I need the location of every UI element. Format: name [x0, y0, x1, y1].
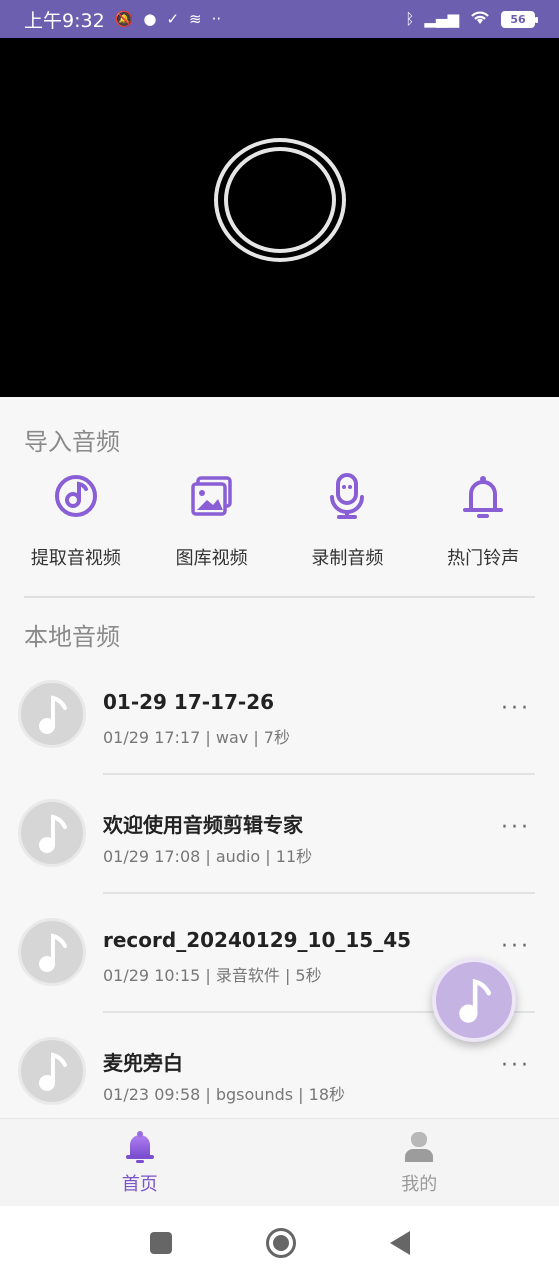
- section-divider: [24, 596, 535, 598]
- user-icon: [405, 1131, 434, 1162]
- audio-title: record_20240129_10_15_45: [103, 928, 412, 952]
- import-item-label: 热门铃声: [447, 548, 520, 569]
- import-item-label: 图库视频: [175, 548, 248, 569]
- check-icon: ✓: [166, 10, 180, 28]
- local-section-title: 本地音频: [24, 623, 120, 651]
- import-gallery-video[interactable]: 图库视频: [148, 472, 276, 572]
- bell-icon: [463, 476, 504, 518]
- chat-icon: ●: [143, 10, 157, 28]
- music-note-avatar: [18, 1037, 86, 1105]
- system-nav-bar: [0, 1206, 559, 1280]
- status-time: 上午9:32: [24, 9, 105, 32]
- layers-icon: ≋: [189, 10, 202, 28]
- import-item-label: 提取音视频: [30, 548, 121, 569]
- more-dots-icon: ··: [211, 10, 222, 28]
- audio-meta: 01/29 17:08 | audio | 11秒: [103, 847, 313, 866]
- nav-home-label: 首页: [121, 1173, 158, 1195]
- recent-apps-button[interactable]: [149, 1232, 172, 1254]
- signal-icon: ▂▄▆: [424, 10, 459, 28]
- music-note-icon: [459, 978, 492, 1023]
- video-player[interactable]: [0, 38, 559, 397]
- audio-meta: 01/29 17:17 | wav | 7秒: [103, 728, 290, 747]
- list-item[interactable]: 01-29 17-17-26 01/29 17:17 | wav | 7秒 ··…: [0, 656, 559, 775]
- home-dot-icon: [272, 1235, 289, 1251]
- bluetooth-icon: ᛒ: [405, 10, 415, 28]
- bell-icon: [125, 1130, 154, 1163]
- more-options-button[interactable]: ···: [501, 815, 531, 840]
- back-button[interactable]: [389, 1231, 410, 1255]
- music-note-avatar: [18, 680, 86, 748]
- more-options-button[interactable]: ···: [501, 696, 531, 721]
- music-fab-button[interactable]: [432, 958, 516, 1042]
- wifi-icon: [469, 9, 491, 29]
- music-note-avatar: [18, 799, 86, 867]
- nav-home[interactable]: 首页: [0, 1119, 280, 1206]
- audio-meta: 01/29 10:15 | 录音软件 | 5秒: [103, 966, 322, 985]
- audio-meta: 01/23 09:58 | bgsounds | 18秒: [103, 1085, 346, 1104]
- music-note-avatar: [18, 918, 86, 986]
- import-item-label: 录制音频: [311, 548, 384, 569]
- battery-icon: 56: [501, 10, 538, 28]
- more-options-button[interactable]: ···: [501, 934, 531, 959]
- nav-mine-label: 我的: [401, 1173, 438, 1195]
- audio-title: 01-29 17-17-26: [103, 690, 275, 714]
- disc-music-icon: [54, 475, 97, 517]
- music-note-icon: [39, 814, 67, 853]
- status-bar: 上午9:32 🔕 ● ✓ ≋ ·· ᛒ ▂▄▆ 56: [0, 0, 559, 38]
- import-section-title: 导入音频: [24, 428, 120, 456]
- play-ring-icon: [223, 146, 336, 253]
- audio-list: 01-29 17-17-26 01/29 17:17 | wav | 7秒 ··…: [0, 656, 559, 1132]
- list-item[interactable]: 欢迎使用音频剪辑专家 01/29 17:08 | audio | 11秒 ···: [0, 775, 559, 894]
- music-note-icon: [39, 1052, 67, 1091]
- microphone-icon: [330, 473, 365, 519]
- play-button[interactable]: [213, 137, 346, 262]
- more-options-button[interactable]: ···: [501, 1053, 531, 1078]
- bottom-nav: 首页 我的: [0, 1118, 559, 1206]
- nav-mine[interactable]: 我的: [280, 1119, 559, 1206]
- import-extract-av[interactable]: 提取音视频: [12, 472, 140, 572]
- audio-title: 麦兜旁白: [103, 1051, 183, 1075]
- audio-title: 欢迎使用音频剪辑专家: [103, 813, 303, 837]
- home-button[interactable]: [265, 1228, 296, 1258]
- mute-icon: 🔕: [114, 10, 134, 28]
- import-hot-ringtones[interactable]: 热门铃声: [419, 472, 547, 572]
- music-note-icon: [39, 933, 67, 972]
- import-grid: 提取音视频 图库视频 录制音频 热门铃声: [0, 472, 559, 572]
- import-record-audio[interactable]: 录制音频: [283, 472, 411, 572]
- gallery-icon: [190, 476, 232, 516]
- music-note-icon: [39, 695, 67, 734]
